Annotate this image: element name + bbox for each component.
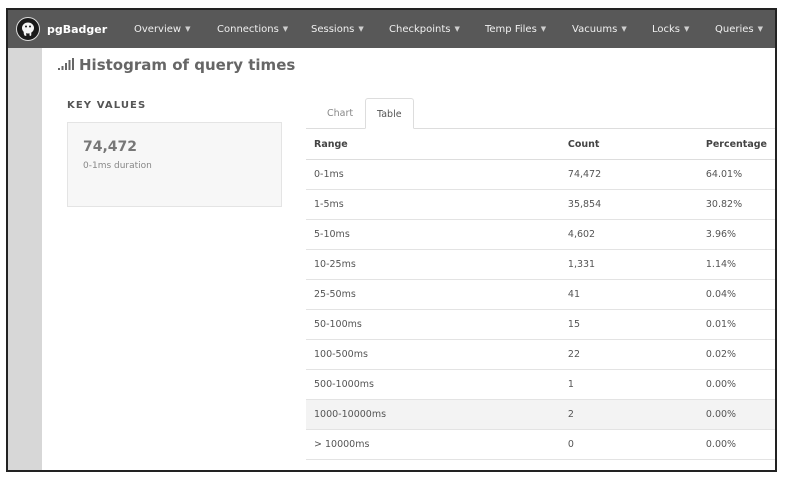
- nav-overview[interactable]: Overview ▼: [134, 10, 190, 48]
- cell-range: 1000-10000ms: [306, 399, 560, 430]
- nav-temp-files-label: Temp Files: [485, 24, 537, 35]
- tab-table[interactable]: Table: [365, 98, 414, 129]
- cell-count: 2: [559, 399, 698, 430]
- table-row: 1-5ms 35,854 30.82%: [306, 189, 775, 220]
- caret-down-icon: ▼: [684, 25, 690, 33]
- histogram-table: Range Count Percentage 0-1ms 74,472 64.0…: [306, 129, 775, 460]
- nav-sessions-label: Sessions: [311, 24, 355, 35]
- caret-down-icon: ▼: [454, 25, 460, 33]
- nav-locks[interactable]: Locks ▼: [652, 10, 689, 48]
- cell-percentage: 0.00%: [697, 399, 775, 430]
- cell-range: 0-1ms: [306, 159, 560, 190]
- cell-percentage: 0.00%: [697, 369, 775, 400]
- nav-sessions[interactable]: Sessions ▼: [311, 10, 364, 48]
- key-values-heading: KEY VALUES: [67, 100, 147, 111]
- caret-down-icon: ▼: [185, 25, 191, 33]
- nav-checkpoints-label: Checkpoints: [389, 24, 451, 35]
- cell-percentage: 0.00%: [697, 429, 775, 460]
- cell-range: 50-100ms: [306, 309, 560, 340]
- cell-range: 500-1000ms: [306, 369, 560, 400]
- tab-chart[interactable]: Chart: [316, 98, 364, 129]
- caret-down-icon: ▼: [621, 25, 627, 33]
- key-value-card: 74,472 0-1ms duration: [67, 122, 282, 207]
- bar-chart-icon: [58, 56, 74, 74]
- app-window: pgBadger Overview ▼ Connections ▼ Sessions…: [6, 8, 777, 472]
- top-navbar: pgBadger Overview ▼ Connections ▼ Sessions…: [8, 10, 775, 48]
- key-value-number: 74,472: [83, 139, 138, 155]
- nav-vacuums[interactable]: Vacuums ▼: [572, 10, 627, 48]
- histogram-table-container: Range Count Percentage 0-1ms 74,472 64.0…: [306, 128, 775, 460]
- cell-percentage: 0.01%: [697, 309, 775, 340]
- nav-connections-label: Connections: [217, 24, 279, 35]
- caret-down-icon: ▼: [282, 25, 289, 33]
- cell-range: 5-10ms: [306, 219, 560, 250]
- left-sidebar: [8, 48, 42, 470]
- cell-count: 74,472: [559, 159, 698, 190]
- cell-percentage: 3.96%: [697, 219, 775, 250]
- cell-range: 10-25ms: [306, 249, 560, 280]
- nav-overview-label: Overview: [134, 24, 182, 35]
- nav-temp-files[interactable]: Temp Files ▼: [485, 10, 546, 48]
- table-row: 5-10ms 4,602 3.96%: [306, 219, 775, 250]
- page-title: Histogram of query times: [58, 56, 295, 74]
- cell-percentage: 0.02%: [697, 339, 775, 370]
- nav-queries[interactable]: Queries ▼: [715, 10, 763, 48]
- page-title-text: Histogram of query times: [79, 56, 296, 74]
- table-row: 25-50ms 41 0.04%: [306, 279, 775, 310]
- table-row: 50-100ms 15 0.01%: [306, 309, 775, 340]
- table-row: > 10000ms 0 0.00%: [306, 429, 775, 460]
- nav-connections[interactable]: Connections ▼: [217, 10, 288, 48]
- column-header-range[interactable]: Range: [306, 129, 560, 160]
- table-row-hovered: 1000-10000ms 2 0.00%: [306, 399, 775, 430]
- table-header-row: Range Count Percentage: [306, 129, 775, 160]
- nav-locks-label: Locks: [652, 24, 681, 35]
- cell-percentage: 1.14%: [697, 249, 775, 280]
- brand[interactable]: pgBadger: [16, 17, 107, 41]
- table-row: 100-500ms 22 0.02%: [306, 339, 775, 370]
- cell-count: 41: [559, 279, 698, 310]
- caret-down-icon: ▼: [358, 25, 364, 33]
- caret-down-icon: ▼: [757, 25, 764, 33]
- cell-percentage: 0.04%: [697, 279, 775, 310]
- column-header-count[interactable]: Count: [559, 129, 698, 160]
- nav-checkpoints[interactable]: Checkpoints ▼: [389, 10, 460, 48]
- cell-range: 100-500ms: [306, 339, 560, 370]
- brand-name: pgBadger: [47, 22, 108, 36]
- cell-percentage: 64.01%: [697, 159, 775, 190]
- table-row: 10-25ms 1,331 1.14%: [306, 249, 775, 280]
- cell-count: 15: [559, 309, 698, 340]
- cell-range: > 10000ms: [306, 429, 560, 460]
- cell-range: 1-5ms: [306, 189, 560, 220]
- cell-count: 1: [559, 369, 698, 400]
- caret-down-icon: ▼: [540, 25, 547, 33]
- nav-vacuums-label: Vacuums: [572, 24, 618, 35]
- cell-count: 35,854: [559, 189, 698, 220]
- key-value-label: 0-1ms duration: [83, 161, 152, 171]
- nav-queries-label: Queries: [715, 24, 754, 35]
- cell-count: 1,331: [559, 249, 698, 280]
- cell-range: 25-50ms: [306, 279, 560, 310]
- cell-count: 4,602: [559, 219, 698, 250]
- cell-count: 0: [559, 429, 698, 460]
- table-row: 0-1ms 74,472 64.01%: [306, 159, 775, 190]
- column-header-percentage[interactable]: Percentage: [697, 129, 775, 160]
- cell-count: 22: [559, 339, 698, 370]
- elephant-logo-icon: [16, 17, 40, 41]
- cell-percentage: 30.82%: [697, 189, 775, 220]
- table-row: 500-1000ms 1 0.00%: [306, 369, 775, 400]
